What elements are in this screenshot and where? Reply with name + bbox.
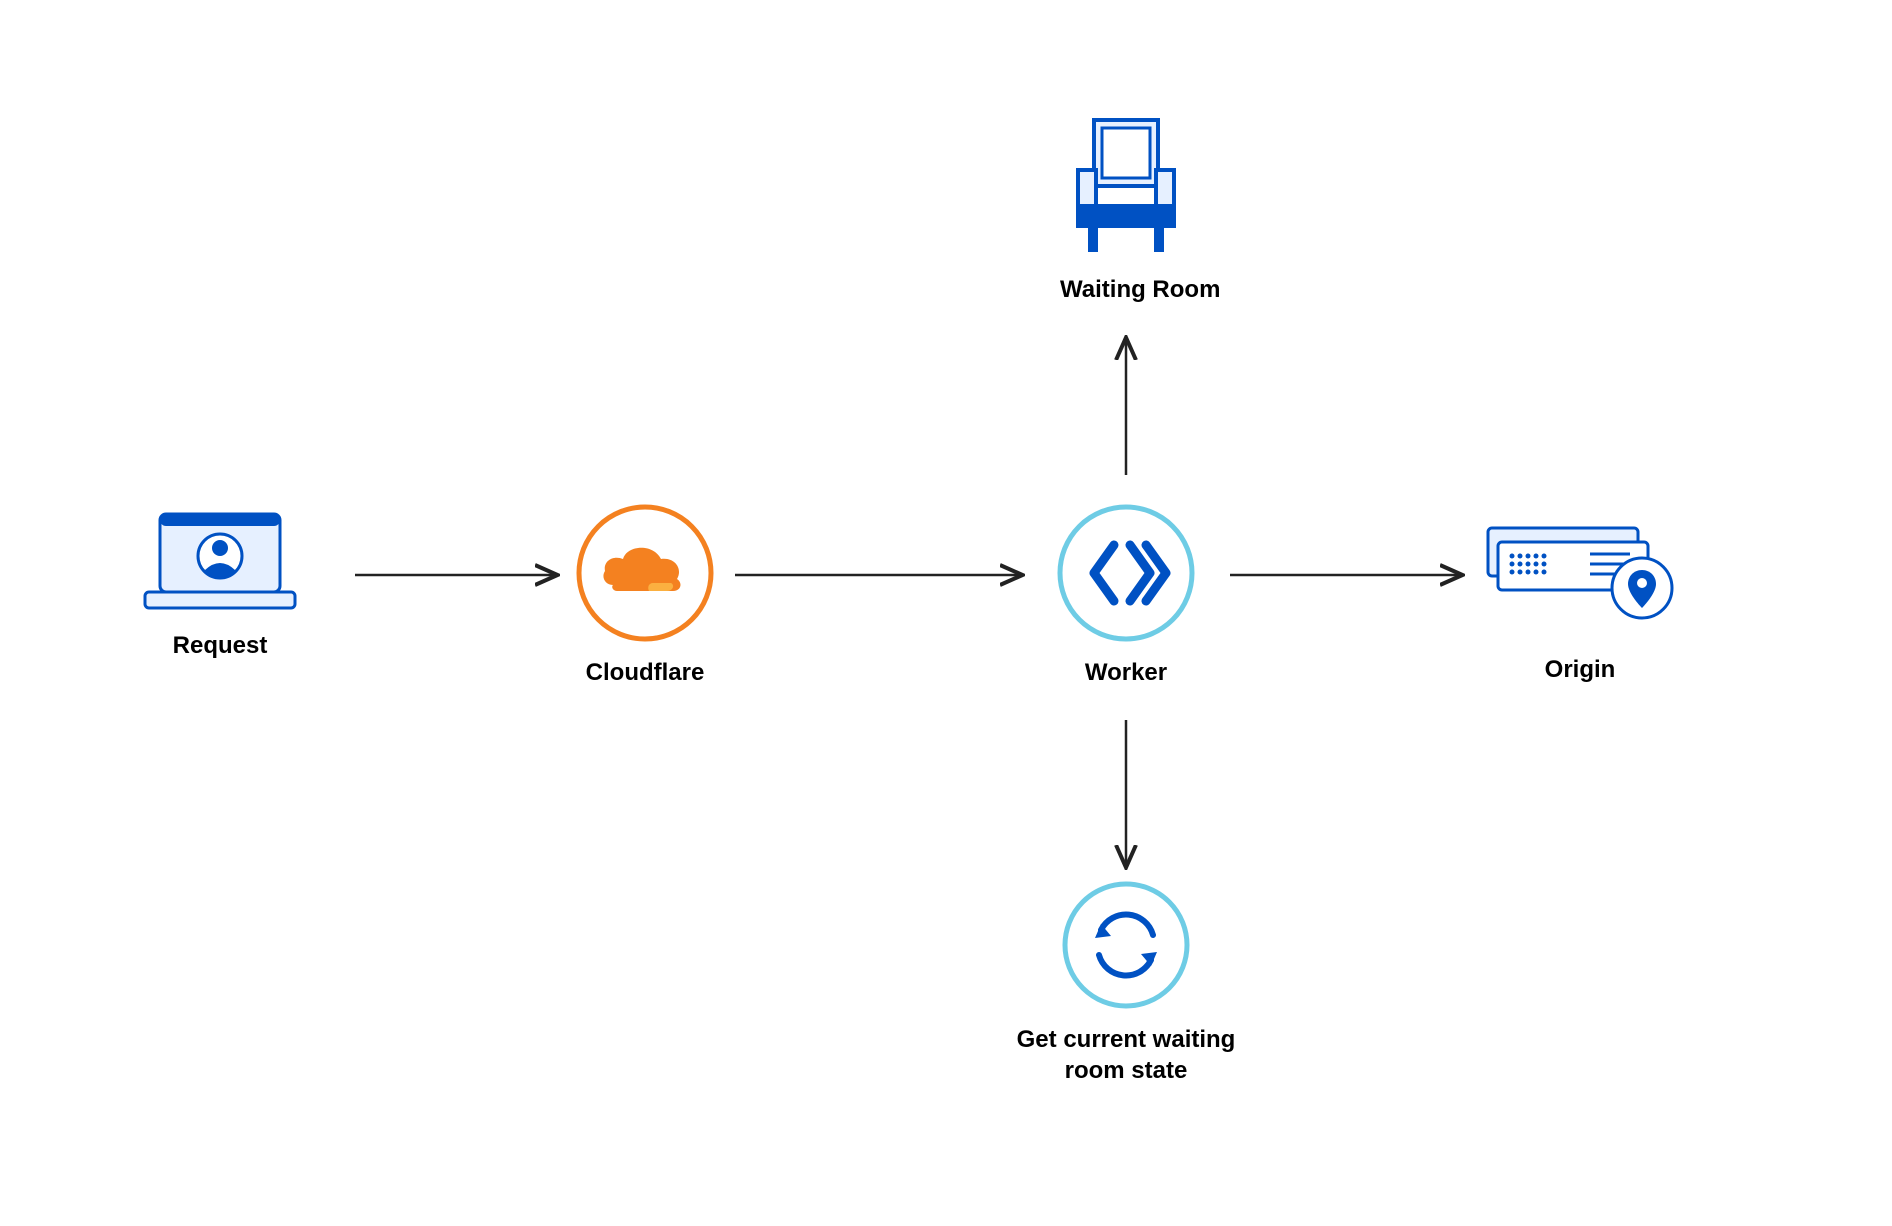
chair-icon — [1060, 110, 1192, 260]
cloudflare-label: Cloudflare — [575, 657, 715, 688]
worker-label: Worker — [1056, 657, 1196, 688]
node-request: Request — [135, 506, 305, 661]
node-state: Get current waiting room state — [1061, 880, 1256, 1086]
server-icon — [1480, 520, 1680, 640]
cloudflare-icon — [575, 503, 715, 643]
node-waiting-room: Waiting Room — [1060, 110, 1220, 305]
node-origin: Origin — [1480, 520, 1680, 685]
origin-label: Origin — [1480, 654, 1680, 685]
node-worker: Worker — [1056, 503, 1196, 688]
sync-icon — [1061, 880, 1191, 1010]
state-label: Get current waiting room state — [996, 1024, 1256, 1086]
laptop-icon — [135, 506, 305, 616]
request-label: Request — [135, 630, 305, 661]
waiting-room-label: Waiting Room — [1060, 274, 1220, 305]
diagram-canvas: Request Cloudflare Worker — [0, 0, 1892, 1226]
worker-icon — [1056, 503, 1196, 643]
node-cloudflare: Cloudflare — [575, 503, 715, 688]
